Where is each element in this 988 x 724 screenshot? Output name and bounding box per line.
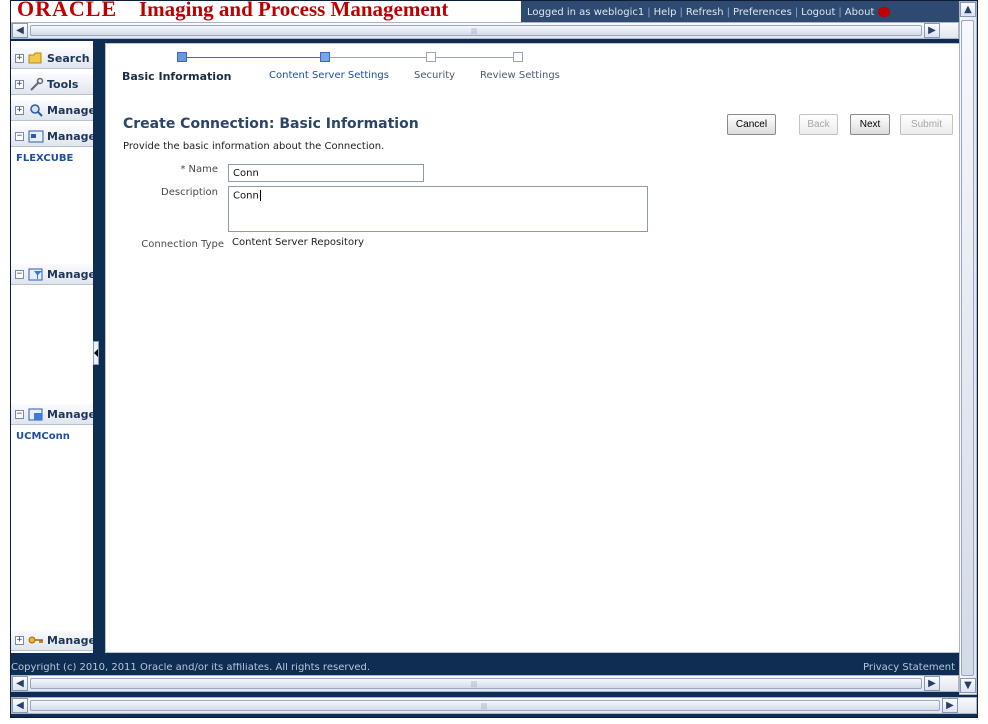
manage-applications-label: Manage [47, 130, 93, 143]
text-cursor [259, 190, 261, 201]
scrollbar-thumb[interactable]: ||| [30, 678, 922, 689]
about-link[interactable]: About [845, 7, 875, 18]
refresh-link[interactable]: Refresh [686, 7, 724, 18]
collapse-pane-handle[interactable] [93, 341, 99, 365]
name-field[interactable]: Conn [228, 164, 424, 182]
scrollbar-thumb[interactable]: ||| [30, 700, 940, 711]
connection-type-value: Content Server Repository [232, 237, 365, 248]
expand-icon[interactable]: + [15, 80, 24, 89]
description-label: Description [161, 187, 218, 198]
copyright-text: Copyright (c) 2010, 2011 Oracle and/or i… [11, 663, 371, 673]
train-label-security: Security [414, 70, 456, 81]
scroll-left-icon[interactable]: ◀ [12, 676, 28, 691]
wizard-train: Basic Information Content Server Setting… [116, 52, 586, 92]
manage-security-label: Manage [47, 634, 93, 647]
folder-search-icon [28, 52, 42, 64]
manage-inputs-label: Manage [47, 268, 93, 281]
magnifier-icon [30, 104, 43, 117]
search-section-label: Search [47, 52, 90, 65]
help-link[interactable]: Help [654, 7, 677, 18]
logout-link[interactable]: Logout [801, 7, 835, 18]
connection-icon [28, 408, 43, 421]
window-horizontal-scrollbar[interactable]: ◀ ||| ▶ [11, 697, 977, 714]
description-field[interactable]: Conn [228, 186, 648, 232]
connection-type-label: Connection Type [141, 239, 224, 250]
manage-applications-header[interactable]: − Manage [11, 125, 93, 147]
collapse-icon[interactable]: − [15, 410, 24, 419]
name-label: * Name [180, 164, 218, 175]
cancel-button[interactable]: Cancel [727, 114, 776, 135]
header-horizontal-scrollbar[interactable]: ◀ ||| ▶ [11, 22, 959, 39]
scroll-right-icon[interactable]: ▶ [942, 698, 958, 713]
browser-vertical-scrollbar[interactable]: ▲ ▼ [959, 1, 977, 695]
application-flexcube-link[interactable]: FLEXCUBE [16, 153, 73, 164]
train-label-basic-information: Basic Information [122, 70, 232, 83]
app-header: ORACLE Imaging and Process Management Lo… [11, 1, 977, 22]
key-icon [28, 636, 43, 644]
main-content-panel: Basic Information Content Server Setting… [105, 43, 963, 653]
required-marker: * [180, 164, 186, 175]
application-frame: ORACLE Imaging and Process Management Lo… [10, 0, 978, 718]
manage-connections-header[interactable]: − Manage [11, 403, 93, 425]
connection-ucmconn-link[interactable]: UCMConn [16, 431, 70, 442]
tools-section-label: Tools [47, 78, 79, 91]
train-connector [330, 57, 426, 58]
train-stop-security [426, 52, 436, 62]
search-section-header[interactable]: + Search [11, 47, 93, 69]
train-stop-basic-information [177, 52, 187, 62]
expand-icon[interactable]: + [15, 106, 24, 115]
scroll-right-icon[interactable]: ▶ [924, 676, 940, 691]
back-button[interactable]: Back [799, 114, 838, 135]
train-label-review-settings: Review Settings [480, 70, 560, 81]
application-icon [28, 130, 44, 143]
manage-searches-label: Manage [47, 104, 93, 117]
train-label-content-server-settings[interactable]: Content Server Settings [269, 70, 389, 81]
submit-button[interactable]: Submit [900, 114, 953, 135]
train-connector [187, 57, 320, 58]
manage-inputs-header[interactable]: − Manage [11, 263, 93, 285]
collapse-icon[interactable]: − [15, 132, 24, 141]
scrollbar-thumb[interactable]: ||| [30, 25, 922, 36]
navigation-panel: + Search + Tools + Manage − Manage FLEXC… [11, 41, 93, 653]
global-links: Logged in as weblogic1 | Help | Refresh | Pref… [521, 1, 959, 22]
page-footer: Copyright (c) 2010, 2011 Oracle and/or i… [11, 663, 959, 675]
oracle-mini-icon [878, 7, 891, 17]
scroll-left-icon[interactable]: ◀ [12, 23, 28, 38]
oracle-logo: ORACLE [17, 1, 118, 21]
manage-connections-label: Manage [47, 408, 93, 421]
next-button[interactable]: Next [850, 114, 890, 135]
collapse-icon[interactable]: − [15, 270, 24, 279]
expand-icon[interactable]: + [15, 54, 24, 63]
train-stop-review-settings [513, 52, 523, 62]
scroll-left-icon[interactable]: ◀ [12, 698, 28, 713]
logged-in-user: Logged in as weblogic1 [527, 7, 645, 18]
app-title: Imaging and Process Management [139, 1, 449, 21]
page-title: Create Connection: Basic Information [123, 116, 419, 132]
manage-searches-header[interactable]: + Manage [11, 99, 93, 121]
manage-security-header[interactable]: + Manage [11, 629, 93, 651]
scroll-right-icon[interactable]: ▶ [924, 23, 940, 38]
content-horizontal-scrollbar[interactable]: ◀ ||| ▶ [11, 675, 959, 692]
privacy-statement-link[interactable]: Privacy Statement [863, 663, 955, 673]
train-connector [436, 57, 513, 58]
preferences-link[interactable]: Preferences [733, 7, 792, 18]
scrollbar-thumb[interactable] [961, 20, 974, 676]
expand-icon[interactable]: + [15, 636, 24, 645]
page-instructions: Provide the basic information about the … [123, 141, 385, 152]
scroll-up-icon[interactable]: ▲ [960, 2, 976, 17]
train-stop-content-server-settings[interactable] [320, 52, 330, 62]
filter-icon [28, 268, 43, 281]
scroll-down-icon[interactable]: ▼ [960, 678, 976, 693]
tools-section-header[interactable]: + Tools [11, 73, 93, 95]
tools-icon [30, 77, 44, 91]
